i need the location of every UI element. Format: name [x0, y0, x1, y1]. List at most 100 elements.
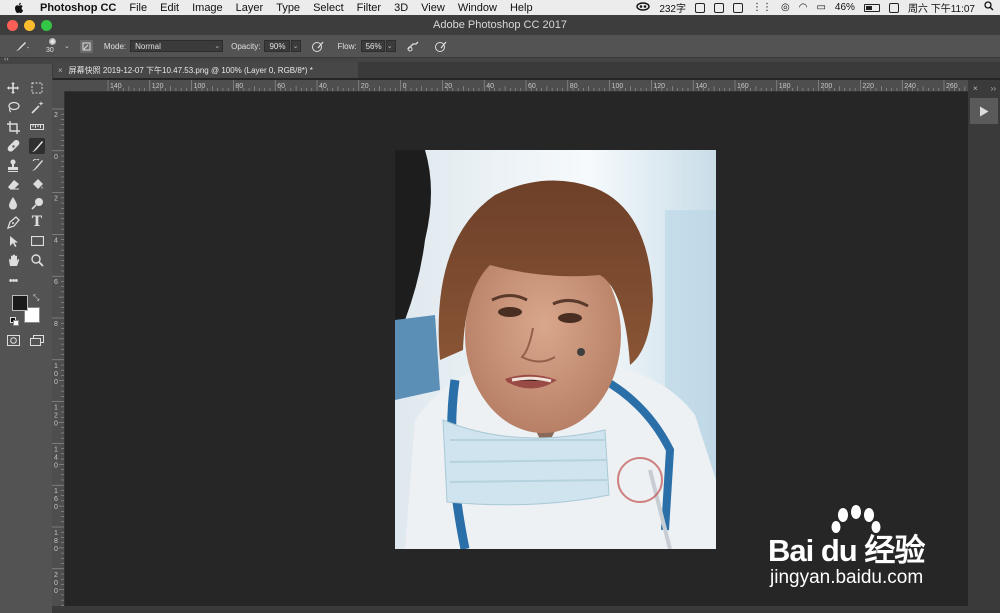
menu-view[interactable]: View — [421, 2, 445, 14]
clock[interactable]: 周六 下午11:07 — [908, 0, 975, 15]
chevron-down-icon[interactable]: ⌄ — [64, 42, 70, 50]
hand-tool-icon[interactable] — [5, 252, 21, 268]
menu-file[interactable]: File — [129, 2, 147, 14]
blur-tool-icon[interactable] — [5, 195, 21, 211]
zoom-tool-icon[interactable] — [29, 252, 45, 268]
play-action-button[interactable] — [970, 98, 998, 124]
wechat-icon[interactable]: ◎ — [781, 2, 790, 13]
tool-options-bar: 30 ⌄ Mode: Normal ⌄ Opacity: 90% ⌄ Flow:… — [0, 35, 1000, 58]
tools-panel: T ••• ⤡ — [0, 64, 53, 613]
ruler-label: 40 — [319, 83, 327, 90]
ruler-label: 220 — [862, 83, 874, 90]
ruler-label: 80 — [235, 83, 243, 90]
document-tab[interactable]: × 屏幕快照 2019-12-07 下午10.47.53.png @ 100% … — [52, 62, 358, 78]
battery-icon[interactable] — [863, 3, 880, 12]
swap-colors-icon[interactable]: ⤡ — [33, 293, 39, 303]
chevron-down-icon: ⌄ — [214, 43, 221, 50]
menu-app-name[interactable]: Photoshop CC — [40, 2, 116, 14]
ruler-label: 2 — [54, 413, 58, 420]
close-panel-icon[interactable]: × — [973, 84, 978, 93]
close-window-button[interactable] — [7, 20, 18, 31]
creative-cloud-icon[interactable] — [636, 1, 651, 14]
eraser-tool-icon[interactable] — [5, 176, 21, 192]
window-controls — [7, 20, 52, 31]
ruler-label: 120 — [653, 83, 665, 90]
airplay-icon[interactable]: ▭ — [816, 2, 825, 13]
chevron-down-icon: ⌄ — [292, 43, 299, 50]
pen-tool-icon[interactable] — [5, 214, 21, 230]
crop-tool-icon[interactable] — [5, 119, 21, 135]
paint-bucket-tool-icon[interactable] — [29, 176, 45, 192]
foreground-color-swatch[interactable] — [12, 295, 28, 311]
lasso-tool-icon[interactable] — [5, 99, 21, 115]
marquee-tool-icon[interactable] — [29, 80, 45, 96]
horizontal-ruler[interactable]: 140 120 100 80 60 40 20 0 20 40 60 80 100 120 140 160 18… — [66, 80, 968, 92]
move-tool-icon[interactable] — [5, 80, 21, 96]
menu-window[interactable]: Window — [458, 2, 497, 14]
brush-panel-toggle-icon[interactable] — [79, 39, 93, 53]
default-colors-icon[interactable] — [10, 317, 19, 326]
apple-icon[interactable] — [12, 2, 26, 14]
rectangle-tool-icon[interactable] — [29, 233, 45, 249]
screen-icon[interactable] — [733, 2, 743, 13]
dodge-tool-icon[interactable] — [29, 195, 45, 211]
ruler-label: 4 — [54, 454, 58, 461]
screen-mode-icon[interactable] — [29, 332, 45, 348]
flow-input[interactable]: 56% — [360, 40, 385, 52]
ruler-label: 2 — [54, 196, 58, 203]
healing-brush-tool-icon[interactable] — [5, 138, 21, 154]
opacity-slider-toggle[interactable]: ⌄ — [291, 40, 302, 52]
menu-layer[interactable]: Layer — [236, 2, 264, 14]
menu-type[interactable]: Type — [276, 2, 300, 14]
menu-select[interactable]: Select — [313, 2, 344, 14]
brush-tool-icon[interactable] — [29, 138, 45, 154]
spotlight-search-icon[interactable] — [984, 1, 994, 14]
menu-edit[interactable]: Edit — [160, 2, 179, 14]
quick-mask-icon[interactable] — [5, 332, 21, 348]
brush-tool-preset-icon[interactable] — [14, 40, 30, 52]
horizontal-ruler-ticks: 140 120 100 80 60 40 20 0 20 40 60 80 100 120 140 160 18… — [107, 80, 966, 91]
pressure-size-icon[interactable] — [434, 40, 448, 52]
brush-size: 30 — [46, 47, 54, 54]
menu-filter[interactable]: Filter — [357, 2, 381, 14]
collapse-arrows-icon[interactable]: ‹‹ — [4, 56, 9, 63]
history-brush-tool-icon[interactable] — [29, 157, 45, 173]
ruler-tool-icon[interactable] — [29, 119, 45, 135]
mode-select[interactable]: Normal ⌄ — [130, 40, 224, 52]
expand-panel-icon[interactable]: ›› — [991, 84, 996, 93]
chevron-down-icon: ⌄ — [386, 43, 393, 50]
wifi-icon[interactable]: ◠ — [799, 2, 808, 13]
char-count[interactable]: 232字 — [659, 0, 686, 15]
ruler-label: 100 — [194, 83, 206, 90]
menu-help[interactable]: Help — [510, 2, 533, 14]
input-method-icon[interactable] — [695, 2, 705, 13]
vertical-ruler[interactable]: 202468100120140160180200 — [52, 91, 65, 613]
portrait-photo — [395, 150, 716, 549]
close-tab-icon[interactable]: × — [58, 66, 63, 75]
ruler-label: 200 — [821, 83, 833, 90]
mic-icon[interactable] — [714, 2, 724, 13]
ruler-label: 260 — [946, 83, 958, 90]
sogou-icon[interactable] — [888, 2, 899, 13]
opacity-input[interactable]: 90% — [264, 40, 291, 52]
flow-slider-toggle[interactable]: ⌄ — [385, 40, 396, 52]
type-tool-icon[interactable]: T — [29, 214, 45, 230]
magic-wand-tool-icon[interactable] — [29, 99, 45, 115]
zoom-window-button[interactable] — [41, 20, 52, 31]
grid-icon[interactable]: ⋮⋮ — [752, 2, 772, 13]
ruler-label: 0 — [54, 588, 58, 595]
play-icon — [980, 106, 989, 116]
menu-3d[interactable]: 3D — [394, 2, 408, 14]
canvas-image[interactable] — [395, 150, 716, 549]
minimize-window-button[interactable] — [24, 20, 35, 31]
ruler-label: 8 — [54, 538, 58, 545]
menu-image[interactable]: Image — [192, 2, 223, 14]
clone-stamp-tool-icon[interactable] — [5, 157, 21, 173]
brush-size-picker[interactable]: 30 — [46, 37, 60, 55]
battery-percent[interactable]: 46% — [835, 2, 855, 13]
more-tools-icon[interactable]: ••• — [5, 273, 21, 289]
document-tab-bar: × 屏幕快照 2019-12-07 下午10.47.53.png @ 100% … — [52, 62, 1000, 78]
airbrush-icon[interactable] — [406, 40, 420, 52]
path-selection-tool-icon[interactable] — [5, 233, 21, 249]
pressure-opacity-icon[interactable] — [311, 40, 325, 52]
